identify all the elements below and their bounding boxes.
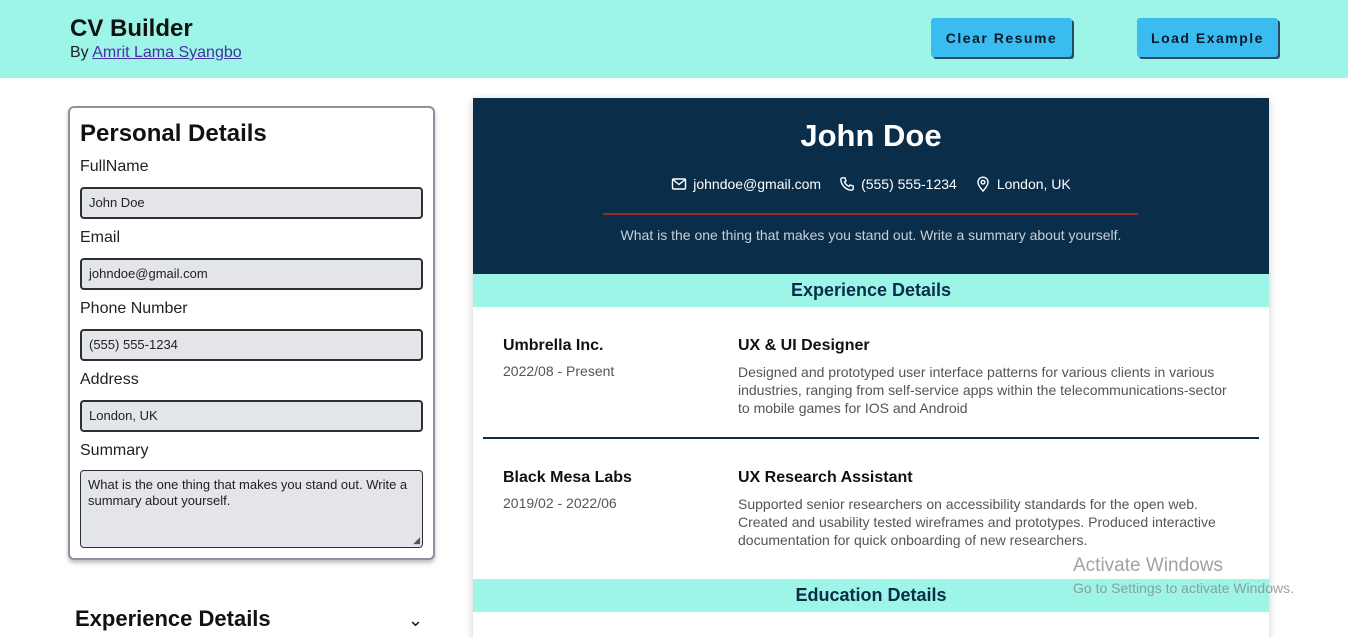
job-divider [483, 437, 1259, 439]
activate-windows-watermark: Activate Windows Go to Settings to activ… [1073, 555, 1294, 596]
contact-row: johndoe@gmail.com (555) 555-1234 London,… [473, 176, 1269, 192]
author-line: By Amrit Lama Syangbo [70, 43, 242, 63]
job-role: UX & UI Designer [738, 337, 870, 354]
brand: CV Builder By Amrit Lama Syangbo [70, 15, 242, 63]
email-label: Email [80, 229, 121, 246]
address-label: Address [80, 371, 139, 388]
summary-textarea[interactable]: What is the one thing that makes you sta… [80, 470, 423, 548]
address-input[interactable]: London, UK [80, 400, 423, 432]
resize-grip-icon[interactable]: ◢ [413, 536, 420, 545]
mail-icon [672, 178, 687, 190]
chevron-down-icon[interactable]: ⌄ [408, 610, 423, 631]
contact-email-text: johndoe@gmail.com [693, 176, 822, 192]
fullname-label: FullName [80, 158, 149, 175]
summary-text: What is the one thing that makes you sta… [88, 477, 408, 508]
job-dates: 2022/08 - Present [503, 363, 615, 379]
clear-resume-button[interactable]: Clear Resume [931, 18, 1072, 57]
experience-band: Experience Details [473, 274, 1269, 307]
author-link[interactable]: Amrit Lama Syangbo [92, 44, 241, 61]
summary-label: Summary [80, 442, 149, 459]
job-description: Designed and prototyped user interface p… [738, 364, 1227, 416]
contact-location-text: London, UK [996, 176, 1071, 192]
resume-name: John Doe [800, 118, 942, 153]
job-dates: 2019/02 - 2022/06 [503, 495, 617, 511]
header-divider [603, 213, 1138, 215]
top-bar: CV Builder By Amrit Lama Syangbo Clear R… [0, 0, 1348, 78]
job-role: UX Research Assistant [738, 469, 913, 486]
resume-summary: What is the one thing that makes you sta… [620, 227, 1122, 243]
contact-phone: (555) 555-1234 [839, 176, 957, 192]
app-title: CV Builder [70, 15, 193, 42]
load-example-button[interactable]: Load Example [1137, 18, 1278, 57]
watermark-line-2: Go to Settings to activate Windows. [1073, 580, 1294, 596]
watermark-line-1: Activate Windows [1073, 555, 1223, 576]
by-prefix: By [70, 44, 89, 61]
job-company: Black Mesa Labs [503, 469, 632, 486]
phone-icon [840, 177, 854, 191]
fullname-input[interactable]: John Doe [80, 187, 423, 219]
email-input[interactable]: johndoe@gmail.com [80, 258, 423, 290]
personal-details-panel: Personal Details FullName John Doe Email… [68, 106, 435, 560]
resume-header: John Doe johndoe@gmail.com (555) 555-123… [473, 98, 1269, 274]
contact-email: johndoe@gmail.com [671, 176, 821, 192]
experience-details-heading: Experience Details [75, 606, 271, 631]
phone-label: Phone Number [80, 300, 188, 317]
job-company: Umbrella Inc. [503, 337, 604, 354]
phone-input[interactable]: (555) 555-1234 [80, 329, 423, 361]
location-pin-icon [977, 176, 989, 192]
contact-location: London, UK [975, 176, 1071, 192]
job-description: Supported senior researchers on accessib… [738, 496, 1216, 548]
personal-details-heading: Personal Details [80, 120, 267, 147]
contact-phone-text: (555) 555-1234 [861, 176, 957, 192]
